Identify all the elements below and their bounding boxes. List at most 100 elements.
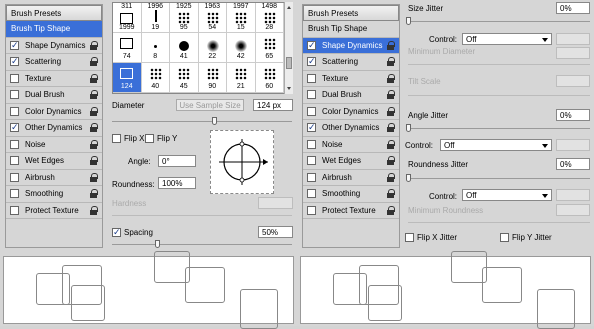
flip-y-checkbox[interactable] xyxy=(145,134,154,143)
brush-tip[interactable]: 8 xyxy=(141,33,170,63)
tips-scrollbar[interactable] xyxy=(284,2,293,94)
lock-icon[interactable] xyxy=(387,139,395,149)
option-item[interactable]: Smoothing xyxy=(303,186,399,203)
option-item[interactable]: Protect Texture xyxy=(303,203,399,219)
option-checkbox[interactable] xyxy=(307,205,316,215)
brush-tip[interactable]: 124 xyxy=(113,63,142,93)
brush-tip[interactable]: 1498 28 xyxy=(255,3,284,33)
size-jitter-slider-thumb[interactable] xyxy=(406,17,411,25)
option-item[interactable]: Wet Edges xyxy=(303,153,399,170)
option-item[interactable]: Shape Dynamics xyxy=(303,37,399,54)
option-item[interactable]: Scattering xyxy=(6,54,102,71)
brush-tip[interactable]: 42 xyxy=(227,33,256,63)
option-item[interactable]: Brush Tip Shape xyxy=(6,21,102,38)
roundness-jitter-slider-thumb[interactable] xyxy=(406,174,411,182)
diameter-slider[interactable] xyxy=(112,121,292,122)
option-checkbox[interactable] xyxy=(10,172,19,182)
lock-icon[interactable] xyxy=(90,40,98,50)
option-checkbox[interactable] xyxy=(10,189,19,198)
lock-icon[interactable] xyxy=(387,189,395,198)
lock-icon[interactable] xyxy=(90,73,98,83)
angle-jitter-slider[interactable] xyxy=(408,128,590,129)
spacing-slider[interactable] xyxy=(112,244,292,245)
option-checkbox[interactable] xyxy=(307,73,316,83)
option-item[interactable]: Shape Dynamics xyxy=(6,38,102,54)
option-checkbox[interactable] xyxy=(307,156,316,165)
brush-tip[interactable]: 90 xyxy=(198,63,227,93)
lock-icon[interactable] xyxy=(387,90,395,99)
roundness-field[interactable]: 100% xyxy=(158,177,196,189)
lock-icon[interactable] xyxy=(387,172,395,182)
angle-control-dropdown[interactable]: Off xyxy=(440,139,552,151)
option-checkbox[interactable] xyxy=(10,156,19,165)
option-item[interactable]: Dual Brush xyxy=(303,87,399,104)
size-control-dropdown[interactable]: Off xyxy=(462,33,552,45)
lock-icon[interactable] xyxy=(90,123,98,132)
brush-tip[interactable]: 40 xyxy=(141,63,170,93)
flip-y-jitter-checkbox[interactable] xyxy=(500,233,509,242)
option-checkbox[interactable] xyxy=(10,122,19,133)
option-checkbox[interactable] xyxy=(10,56,19,67)
option-item[interactable]: Wet Edges xyxy=(6,153,102,170)
option-checkbox[interactable] xyxy=(307,139,316,149)
option-item[interactable]: Color Dynamics xyxy=(303,104,399,120)
roundness-jitter-field[interactable]: 0% xyxy=(556,158,590,170)
lock-icon[interactable] xyxy=(387,73,395,83)
lock-icon[interactable] xyxy=(387,205,395,215)
brush-tip[interactable]: 1963 54 xyxy=(198,3,227,33)
spacing-slider-thumb[interactable] xyxy=(155,240,160,248)
option-checkbox[interactable] xyxy=(307,189,316,198)
lock-icon[interactable] xyxy=(387,106,395,116)
brush-tip[interactable]: 311 1999 xyxy=(113,3,142,33)
option-item[interactable]: Texture xyxy=(303,71,399,87)
option-item[interactable]: Dual Brush xyxy=(6,87,102,104)
lock-icon[interactable] xyxy=(90,156,98,165)
brush-tip[interactable]: 74 xyxy=(113,33,142,63)
roundness-control-dropdown[interactable]: Off xyxy=(462,189,552,201)
brush-tip[interactable]: 41 xyxy=(170,33,199,63)
option-item[interactable]: Color Dynamics xyxy=(6,104,102,120)
option-checkbox[interactable] xyxy=(307,40,316,51)
option-item[interactable]: Other Dynamics xyxy=(303,120,399,137)
diameter-field[interactable]: 124 px xyxy=(253,99,293,111)
option-checkbox[interactable] xyxy=(307,56,316,67)
brush-tip[interactable]: 60 xyxy=(255,63,284,93)
option-item[interactable]: Airbrush xyxy=(303,170,399,186)
brush-tip[interactable]: 21 xyxy=(227,63,256,93)
size-jitter-slider[interactable] xyxy=(408,21,590,22)
brush-tip[interactable]: 1925 95 xyxy=(170,3,199,33)
lock-icon[interactable] xyxy=(387,123,395,132)
option-checkbox[interactable] xyxy=(10,40,19,51)
lock-icon[interactable] xyxy=(90,90,98,99)
lock-icon[interactable] xyxy=(90,139,98,149)
diameter-slider-thumb[interactable] xyxy=(212,117,217,125)
size-jitter-field[interactable]: 0% xyxy=(556,2,590,14)
roundness-jitter-slider[interactable] xyxy=(408,178,590,179)
option-checkbox[interactable] xyxy=(307,172,316,182)
option-item[interactable]: Noise xyxy=(303,137,399,153)
angle-roundness-preview[interactable] xyxy=(210,130,274,194)
option-checkbox[interactable] xyxy=(307,90,316,99)
lock-icon[interactable] xyxy=(387,57,395,66)
use-sample-size-button[interactable]: Use Sample Size xyxy=(176,99,244,111)
option-checkbox[interactable] xyxy=(307,122,316,133)
brush-presets-header[interactable]: Brush Presets xyxy=(6,5,102,21)
option-checkbox[interactable] xyxy=(307,106,316,116)
option-item[interactable]: Airbrush xyxy=(6,170,102,186)
angle-jitter-slider-thumb[interactable] xyxy=(406,124,411,132)
lock-icon[interactable] xyxy=(387,40,395,50)
angle-field[interactable]: 0° xyxy=(158,155,196,167)
option-item[interactable]: Other Dynamics xyxy=(6,120,102,137)
option-item[interactable]: Smoothing xyxy=(6,186,102,203)
flip-x-jitter-checkbox[interactable] xyxy=(405,233,414,242)
lock-icon[interactable] xyxy=(90,106,98,116)
spacing-checkbox[interactable] xyxy=(112,227,121,238)
option-item[interactable]: Noise xyxy=(6,137,102,153)
option-checkbox[interactable] xyxy=(10,90,19,99)
option-item[interactable]: Scattering xyxy=(303,54,399,71)
brush-tip[interactable]: 22 xyxy=(198,33,227,63)
option-checkbox[interactable] xyxy=(10,106,19,116)
lock-icon[interactable] xyxy=(90,57,98,66)
option-checkbox[interactable] xyxy=(10,139,19,149)
option-checkbox[interactable] xyxy=(10,73,19,83)
